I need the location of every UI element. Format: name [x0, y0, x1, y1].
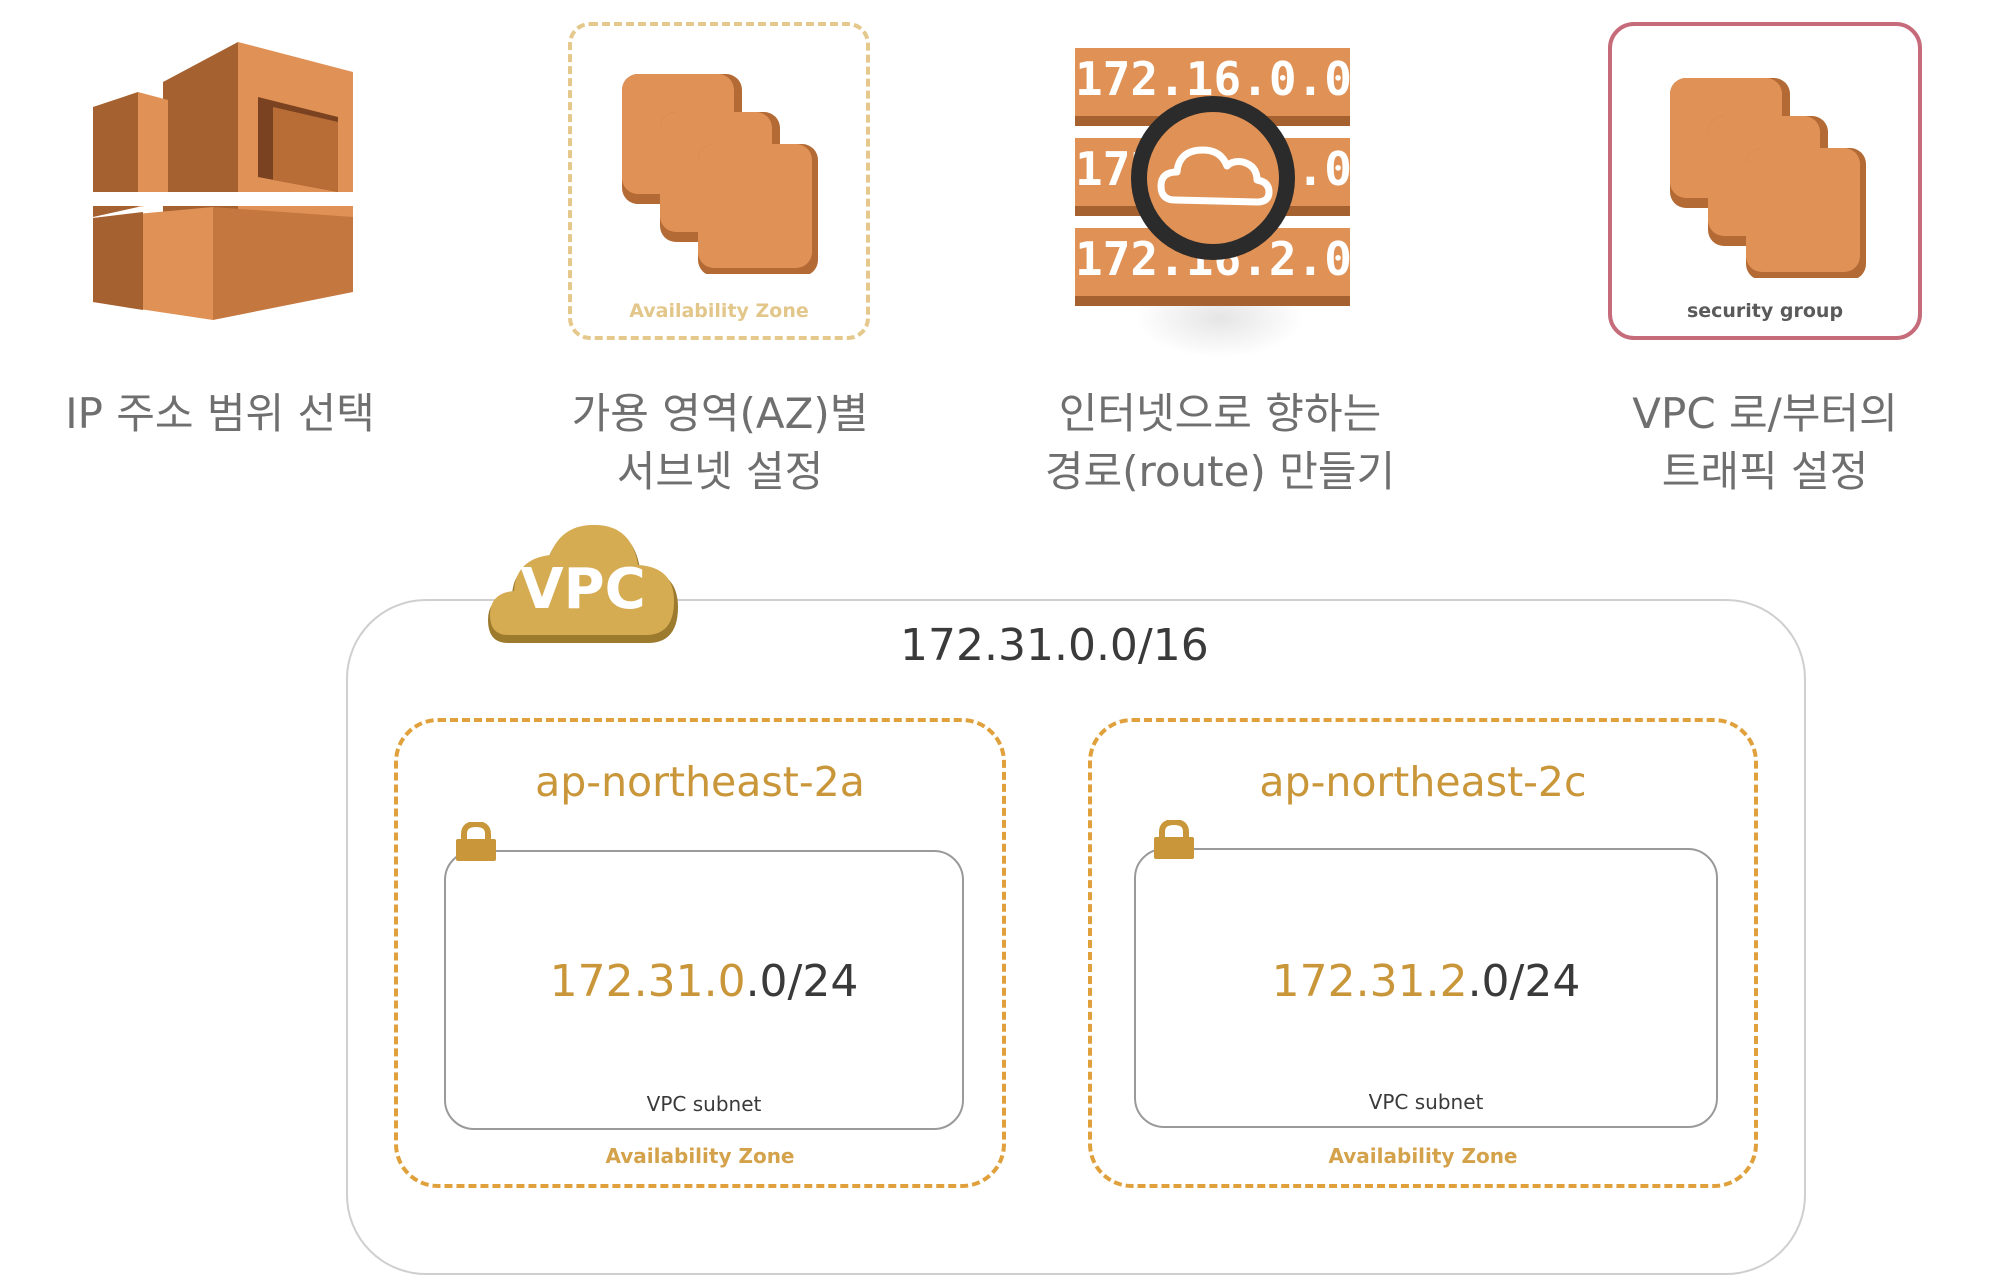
subnet-label: VPC subnet	[646, 1092, 762, 1116]
security-group-icon-label: security group	[1686, 300, 1844, 322]
zone-name: ap-northeast-2c	[1259, 758, 1587, 806]
subnet-cidr-prefix: 172.31.2	[1271, 956, 1468, 1007]
vpc-router-icon	[88, 22, 358, 342]
zone-name: ap-northeast-2a	[535, 758, 865, 806]
step-caption-traffic: VPC 로/부터의 트래픽 설정	[1632, 389, 1898, 496]
availability-zone-a: ap-northeast-2a 172.31.0.0/24 VPC subnet…	[394, 718, 1006, 1188]
vpc-badge-label: VPC	[520, 557, 646, 622]
subnet-cidr: 172.31.0.0/24	[446, 956, 962, 1007]
route-table-icon: 172.16.0.0 172.16.1.0 172.16.2.0	[1075, 48, 1355, 378]
zone-label: Availability Zone	[1328, 1144, 1518, 1168]
availability-zone-icon-label: Availability Zone	[629, 300, 809, 322]
availability-zone-icon: Availability Zone	[568, 22, 870, 340]
availability-zone-c: ap-northeast-2c 172.31.2.0/24 VPC subnet…	[1088, 718, 1758, 1188]
vpc-cidr: 172.31.0.0/16	[900, 620, 1209, 671]
cloud-ring-icon	[1131, 96, 1295, 260]
subnet-cidr: 172.31.2.0/24	[1136, 956, 1716, 1007]
security-group-icon: security group	[1608, 22, 1922, 340]
subnet-cidr-suffix: .0/24	[1467, 956, 1581, 1007]
subnet-cidr-prefix: 172.31.0	[549, 956, 746, 1007]
step-caption-subnets: 가용 영역(AZ)별 서브넷 설정	[571, 389, 869, 496]
vpc-cloud-badge: VPC	[488, 525, 678, 650]
lock-icon	[1154, 820, 1194, 859]
step-caption-route: 인터넷으로 향하는 경로(route) 만들기	[1044, 389, 1396, 496]
subnet-c: 172.31.2.0/24 VPC subnet	[1134, 848, 1718, 1128]
step-caption-ip-range: IP 주소 범위 선택	[65, 389, 375, 438]
subnet-cidr-suffix: .0/24	[745, 956, 859, 1007]
lock-icon	[456, 822, 496, 861]
subnet-label: VPC subnet	[1368, 1090, 1484, 1114]
subnet-a: 172.31.0.0/24 VPC subnet	[444, 850, 964, 1130]
zone-label: Availability Zone	[605, 1144, 795, 1168]
